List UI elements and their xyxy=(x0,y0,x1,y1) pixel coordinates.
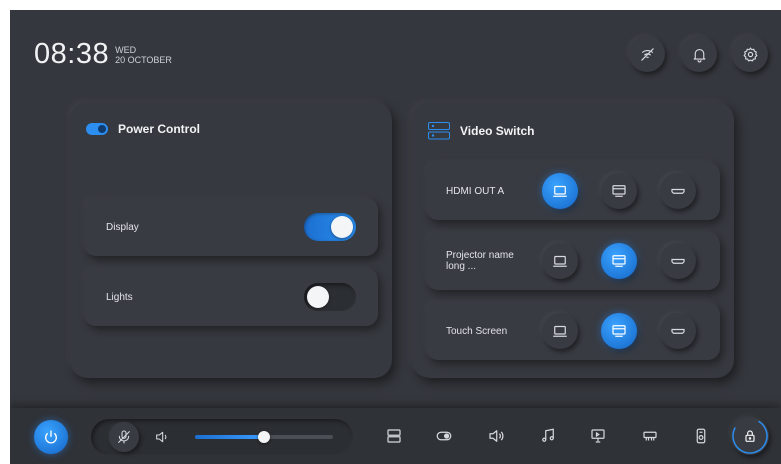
clock-time: 08:38 xyxy=(34,38,110,70)
video-switch-panel: Video Switch HDMI OUT A Projector name l… xyxy=(412,102,734,378)
projector-icon xyxy=(643,431,657,441)
source-projector-button[interactable] xyxy=(601,243,637,279)
lock-button[interactable] xyxy=(731,417,769,455)
projector-icon xyxy=(612,255,626,267)
gear-icon xyxy=(742,46,758,62)
power-control-title: Power Control xyxy=(118,122,201,136)
power-control-header: Power Control xyxy=(86,122,200,136)
laptop-icon xyxy=(553,325,567,337)
speaker-icon xyxy=(489,430,504,442)
source-projector-button[interactable] xyxy=(601,313,637,349)
source-hdmi-button[interactable] xyxy=(660,173,696,209)
bottom-bar xyxy=(10,408,781,464)
no-wifi-icon xyxy=(640,47,654,61)
music-note-icon xyxy=(542,428,554,442)
video-switch-icon xyxy=(387,429,401,443)
video-switch-title: Video Switch xyxy=(460,124,535,138)
lights-row: Lights xyxy=(84,268,378,326)
audio-controls xyxy=(91,419,353,455)
source-laptop-button[interactable] xyxy=(542,173,578,209)
clock-date-text: 20 OCTOBER xyxy=(115,54,172,65)
volume-slider-fill xyxy=(195,435,264,439)
display-toggle[interactable] xyxy=(304,213,356,241)
audio-nav-button[interactable] xyxy=(486,426,506,446)
wifi-off-button[interactable] xyxy=(629,36,665,72)
output-row-touch-screen: Touch Screen xyxy=(426,302,720,360)
source-projector-button[interactable] xyxy=(601,173,637,209)
power-control-panel: Power Control Display Lights xyxy=(70,102,392,378)
source-laptop-button[interactable] xyxy=(542,243,578,279)
toggle-knob xyxy=(307,286,329,308)
projector-icon xyxy=(612,325,626,337)
volume-icon xyxy=(156,431,167,443)
power-control-nav-button[interactable] xyxy=(434,426,454,446)
hdmi-icon xyxy=(671,188,685,194)
music-nav-button[interactable] xyxy=(538,426,558,446)
microphone-off-icon xyxy=(118,430,130,444)
lock-progress-ring xyxy=(732,418,768,454)
projector-icon xyxy=(612,185,626,197)
output-label: Touch Screen xyxy=(446,326,508,337)
clock: 08:38 WED 20 OCTOBER xyxy=(34,38,172,71)
laptop-icon xyxy=(553,185,567,197)
source-laptop-button[interactable] xyxy=(542,313,578,349)
display-label: Display xyxy=(106,222,139,233)
notifications-button[interactable] xyxy=(681,36,717,72)
display-row: Display xyxy=(84,198,378,256)
hdmi-icon xyxy=(671,328,685,334)
power-button[interactable] xyxy=(34,420,68,454)
control-panel-screen: 08:38 WED 20 OCTOBER Power Control Displ… xyxy=(10,10,781,464)
thermostat-icon xyxy=(696,428,706,444)
output-label: HDMI OUT A xyxy=(446,186,505,197)
lights-toggle[interactable] xyxy=(304,283,356,311)
projector-nav-button[interactable] xyxy=(640,426,660,446)
settings-button[interactable] xyxy=(732,36,768,72)
toggle-icon xyxy=(436,431,452,441)
lights-label: Lights xyxy=(106,292,133,303)
video-switch-nav-button[interactable] xyxy=(384,426,404,446)
clock-day: WED xyxy=(115,44,137,55)
thermostat-nav-button[interactable] xyxy=(691,426,711,446)
presentation-nav-button[interactable] xyxy=(588,426,608,446)
source-hdmi-button[interactable] xyxy=(660,313,696,349)
mute-button[interactable] xyxy=(109,422,139,452)
presentation-icon xyxy=(591,429,605,443)
hdmi-icon xyxy=(671,258,685,264)
output-row-hdmi-out-a: HDMI OUT A xyxy=(426,162,720,220)
source-hdmi-button[interactable] xyxy=(660,243,696,279)
output-row-projector: Projector name long ... xyxy=(426,232,720,290)
bell-icon xyxy=(693,48,705,62)
video-switch-icon xyxy=(428,122,450,140)
toggle-switch-icon xyxy=(86,123,108,135)
clock-date: WED 20 OCTOBER xyxy=(115,45,172,65)
volume-slider[interactable] xyxy=(195,431,333,443)
laptop-icon xyxy=(553,255,567,267)
output-label: Projector name long ... xyxy=(446,250,514,272)
volume-slider-thumb[interactable] xyxy=(258,431,270,443)
toggle-knob xyxy=(331,216,353,238)
power-icon xyxy=(45,430,57,444)
video-switch-header: Video Switch xyxy=(428,122,534,140)
